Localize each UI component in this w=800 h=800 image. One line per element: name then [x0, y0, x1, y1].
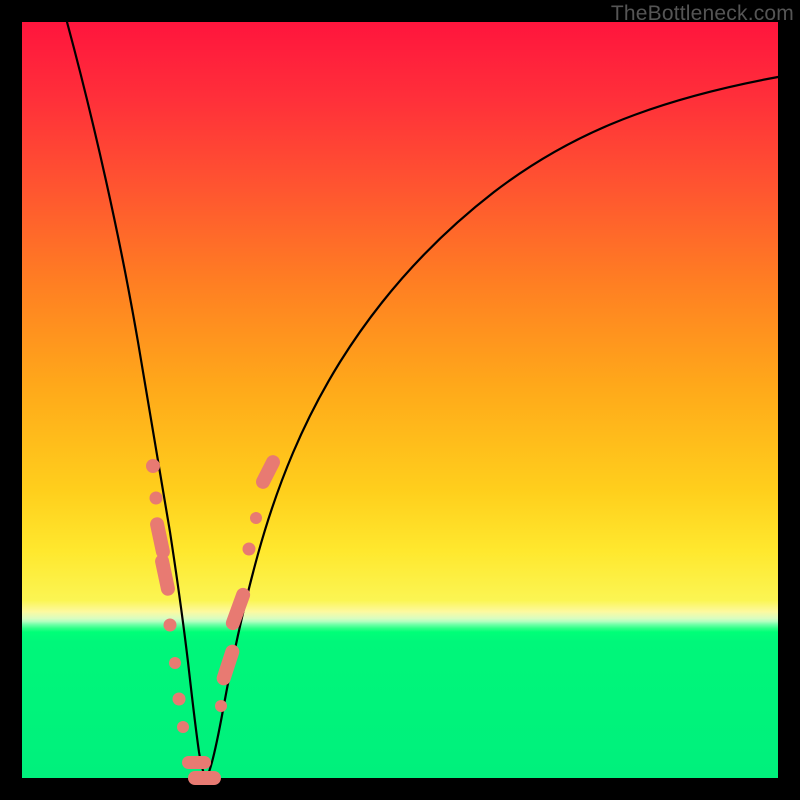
watermark-label: TheBottleneck.com [611, 2, 794, 26]
marker-pill [188, 771, 221, 785]
marker-pill [224, 586, 252, 632]
marker-dot [177, 721, 189, 733]
chart-frame: TheBottleneck.com [0, 0, 800, 800]
marker-dot [173, 693, 186, 706]
marker-pill [215, 643, 241, 687]
marker-dot [164, 619, 177, 632]
marker-dot [146, 459, 160, 473]
marker-pill [254, 453, 283, 491]
marker-dot [150, 492, 163, 505]
marker-dot [243, 543, 256, 556]
marker-dot [215, 700, 227, 712]
marker-layer [22, 22, 778, 778]
marker-dot [169, 657, 181, 669]
plot-area [22, 22, 778, 778]
marker-pill [154, 553, 176, 597]
marker-dot [250, 512, 262, 524]
marker-pill [182, 756, 211, 769]
